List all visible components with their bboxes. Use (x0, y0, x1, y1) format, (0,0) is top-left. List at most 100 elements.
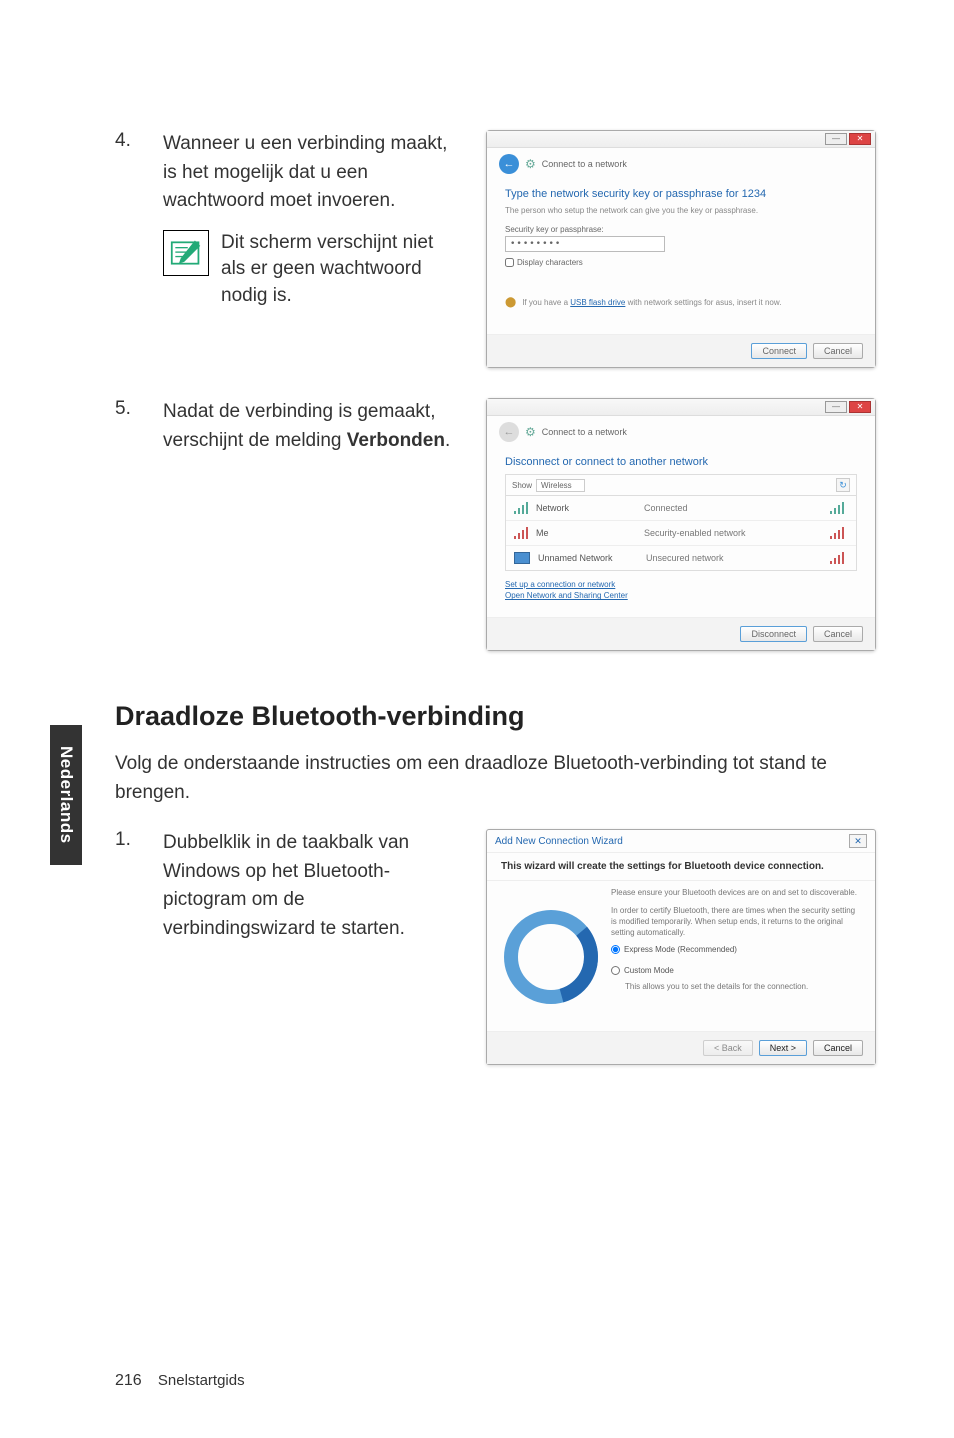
network-status: Unsecured network (646, 553, 822, 563)
network-filter-row: Show Wireless ↻ (506, 475, 856, 496)
close-button[interactable]: ✕ (849, 133, 871, 145)
bluetooth-ring-icon (501, 887, 601, 1017)
network-row[interactable]: Unnamed Network Unsecured network (506, 546, 856, 570)
usb-link[interactable]: USB flash drive (570, 298, 625, 307)
network-icon: ⚙ (525, 425, 536, 439)
dialog-nav-label: Connect to a network (542, 159, 627, 169)
bt-titlebar: Add New Connection Wizard ✕ (487, 830, 875, 853)
screenshot-connect-key: — ✕ ← ⚙ Connect to a network Type the ne… (486, 130, 876, 368)
dialog-security-key: — ✕ ← ⚙ Connect to a network Type the ne… (486, 130, 876, 368)
setup-connection-link[interactable]: Set up a connection or network (505, 579, 857, 590)
network-status: Connected (644, 503, 822, 513)
bt-text-column: Please ensure your Bluetooth devices are… (611, 887, 861, 1017)
step-left-column: Wanneer u een verbinding maakt, is het m… (163, 130, 458, 368)
checkbox-icon[interactable] (505, 258, 514, 267)
step-number: 5. (115, 398, 135, 651)
pencil-note-icon (170, 238, 202, 268)
step-number: 4. (115, 130, 135, 368)
network-row[interactable]: Network Connected (506, 496, 856, 521)
input-label: Security key or passphrase: (505, 225, 857, 234)
monitor-icon (514, 552, 530, 564)
express-mode-radio[interactable]: Express Mode (Recommended) (611, 944, 861, 955)
dialog-footer: Connect Cancel (487, 334, 875, 367)
footer-title: Snelstartgids (158, 1372, 245, 1389)
note-text: Dit scherm verschijnt niet als er geen w… (221, 230, 458, 310)
radio-icon[interactable] (611, 966, 620, 975)
step-1-bluetooth: 1. Dubbelklik in de taakbalk van Windows… (115, 829, 874, 1065)
signal-bars-icon (830, 502, 848, 514)
bt-footer: < Back Next > Cancel (487, 1031, 875, 1064)
display-characters-checkbox[interactable]: Display characters (505, 258, 857, 267)
dialog-heading: Disconnect or connect to another network (505, 456, 857, 468)
bt-title-text: Add New Connection Wizard (495, 836, 623, 847)
back-arrow-icon[interactable]: ← (499, 422, 519, 442)
dialog-nav-label: Connect to a network (542, 427, 627, 437)
network-name: Me (536, 528, 636, 538)
refresh-button[interactable]: ↻ (836, 478, 850, 492)
connect-button[interactable]: Connect (751, 343, 807, 359)
signal-icon (514, 502, 528, 514)
radio-label: Express Mode (Recommended) (624, 944, 737, 955)
dialog-footer: Disconnect Cancel (487, 617, 875, 650)
network-name: Unnamed Network (538, 553, 638, 563)
cancel-button[interactable]: Cancel (813, 626, 863, 642)
dialog-bluetooth-wizard: Add New Connection Wizard ✕ This wizard … (486, 829, 876, 1065)
dialog-nav-row: ← ⚙ Connect to a network (487, 148, 875, 180)
network-list: Show Wireless ↻ Network Connected (505, 474, 857, 571)
step-5: 5. Nadat de verbinding is gemaakt, versc… (115, 398, 874, 651)
step-text: Wanneer u een verbinding maakt, is het m… (163, 130, 458, 216)
bt-para: This allows you to set the details for t… (625, 981, 861, 992)
section-heading: Draadloze Bluetooth-verbinding (115, 701, 874, 732)
bt-para: Please ensure your Bluetooth devices are… (611, 887, 861, 898)
step-text-after: . (445, 430, 450, 451)
cancel-button[interactable]: Cancel (813, 343, 863, 359)
bt-heading: This wizard will create the settings for… (487, 853, 875, 880)
network-row[interactable]: Me Security-enabled network (506, 521, 856, 546)
page-number: 216 (115, 1372, 142, 1389)
back-arrow-icon[interactable]: ← (499, 154, 519, 174)
section-intro: Volg de onderstaande instructies om een … (115, 750, 874, 807)
disconnect-button[interactable]: Disconnect (740, 626, 807, 642)
security-key-input[interactable]: •••••••• (505, 236, 665, 252)
dialog-network-list: — ✕ ← ⚙ Connect to a network Disconnect … (486, 398, 876, 651)
note-icon (163, 230, 209, 276)
open-sharing-center-link[interactable]: Open Network and Sharing Center (505, 590, 857, 601)
signal-bars-icon (830, 527, 848, 539)
bt-body: Please ensure your Bluetooth devices are… (487, 880, 875, 1031)
network-links: Set up a connection or network Open Netw… (505, 579, 857, 601)
checkbox-label: Display characters (517, 258, 583, 267)
filter-select[interactable]: Wireless (536, 479, 585, 492)
screenshot-bluetooth-wizard: Add New Connection Wizard ✕ This wizard … (486, 829, 876, 1065)
close-button[interactable]: ✕ (849, 401, 871, 413)
cancel-button[interactable]: Cancel (813, 1040, 863, 1056)
side-language-tab: Nederlands (50, 725, 82, 865)
dialog-heading: Type the network security key or passphr… (505, 188, 857, 200)
dialog-body: Type the network security key or passphr… (487, 180, 875, 334)
dialog-nav-row: ← ⚙ Connect to a network (487, 416, 875, 448)
close-button[interactable]: ✕ (849, 834, 867, 848)
usb-info-icon: ⬤ (505, 297, 516, 308)
filter-label: Show (512, 481, 532, 490)
next-button[interactable]: Next > (759, 1040, 807, 1056)
radio-icon[interactable] (611, 945, 620, 954)
window-titlebar: — ✕ (487, 131, 875, 148)
signal-icon (514, 527, 528, 539)
signal-bars-icon (830, 552, 848, 564)
window-titlebar: — ✕ (487, 399, 875, 416)
dialog-info-text: If you have a USB flash drive with netwo… (522, 298, 781, 307)
dialog-info-row: ⬤ If you have a USB flash drive with net… (505, 297, 857, 308)
radio-label: Custom Mode (624, 965, 674, 976)
network-name: Network (536, 503, 636, 513)
network-icon: ⚙ (525, 157, 536, 171)
back-button[interactable]: < Back (703, 1040, 753, 1056)
step-text-bold: Verbonden (347, 430, 445, 451)
screenshot-network-list: — ✕ ← ⚙ Connect to a network Disconnect … (486, 398, 876, 651)
step-left-column: Dubbelklik in de taakbalk van Windows op… (163, 829, 458, 1065)
custom-mode-radio[interactable]: Custom Mode (611, 965, 861, 976)
minimize-button[interactable]: — (825, 133, 847, 145)
minimize-button[interactable]: — (825, 401, 847, 413)
step-4: 4. Wanneer u een verbinding maakt, is he… (115, 130, 874, 368)
bt-para: In order to certify Bluetooth, there are… (611, 905, 861, 939)
step-text: Nadat de verbinding is gemaakt, verschij… (163, 398, 458, 455)
page-content: 4. Wanneer u een verbinding maakt, is he… (0, 0, 954, 1125)
